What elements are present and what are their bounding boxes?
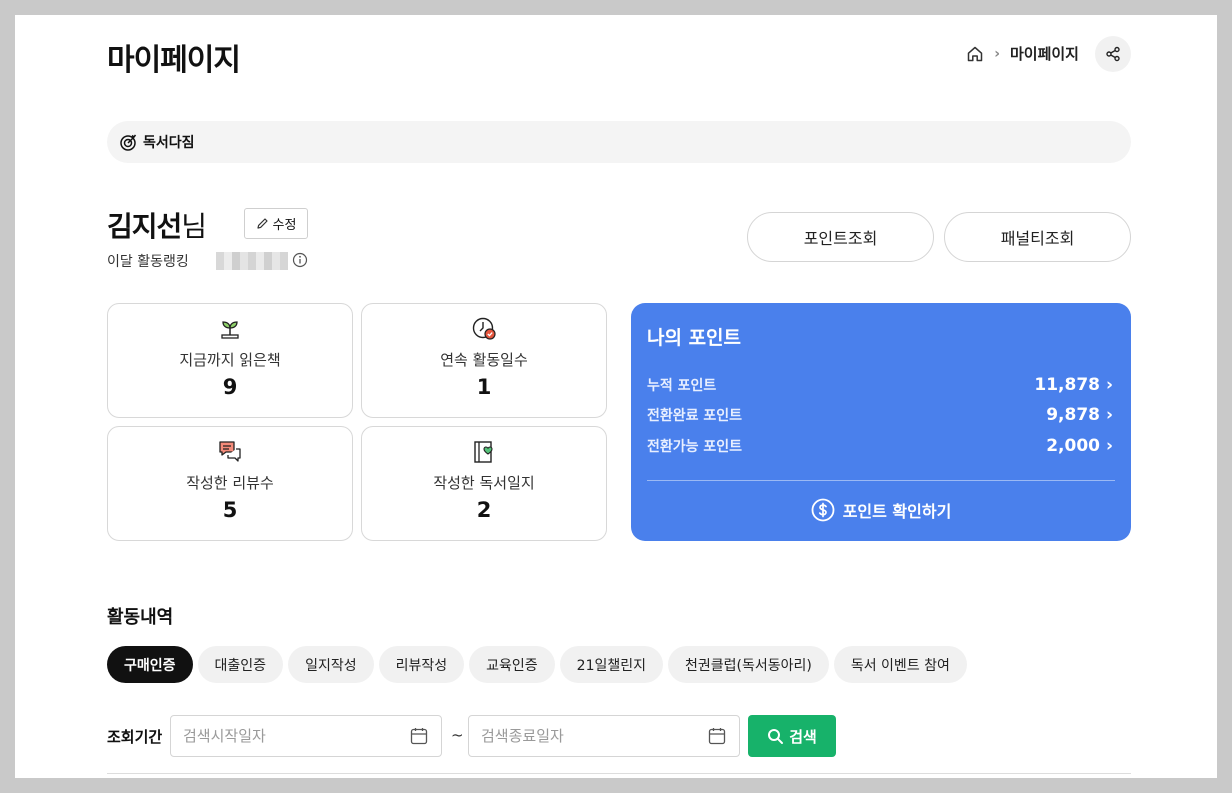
start-date-input[interactable] [183, 727, 409, 745]
points-row-label: 전환완료 포인트 [647, 408, 743, 424]
sprout-icon [218, 316, 242, 344]
stat-label: 작성한 독서일지 [433, 474, 535, 492]
stat-value: 5 [222, 498, 238, 522]
tab-education-verification[interactable]: 교육인증 [469, 646, 555, 683]
page: 마이페이지 › 마이페이지 독서다짐 김지선님 수정 이달 활동랭킹 포인트조회… [15, 15, 1217, 778]
points-row-label: 전환가능 포인트 [647, 439, 743, 455]
chevron-right-icon: › [1105, 375, 1113, 395]
share-button[interactable] [1095, 36, 1131, 72]
divider [647, 480, 1115, 481]
stat-label: 작성한 리뷰수 [186, 474, 274, 492]
info-icon[interactable] [292, 252, 308, 272]
points-row-value: 9,878 [1046, 405, 1100, 425]
points-row-accumulated[interactable]: 누적 포인트 11,878 › [647, 373, 1113, 397]
share-icon [1106, 46, 1120, 62]
dollar-circle-icon [811, 498, 835, 522]
points-row-value: 2,000 [1046, 436, 1100, 456]
stat-value: 9 [222, 375, 238, 399]
my-points-card: 나의 포인트 누적 포인트 11,878 › 전환완료 포인트 9,878 › 전환… [631, 303, 1131, 541]
stat-value: 1 [476, 375, 492, 399]
search-button-label: 검색 [789, 727, 817, 746]
stat-card-consecutive-days: 연속 활동일수 1 [361, 303, 607, 418]
tab-review-writing[interactable]: 리뷰작성 [378, 646, 465, 683]
points-row-value-wrap: 11,878 › [1034, 375, 1113, 395]
end-date-input[interactable] [481, 727, 707, 745]
user-name-suffix: 님 [181, 210, 207, 243]
page-title: 마이페이지 [107, 43, 241, 78]
tab-purchase-verification[interactable]: 구매인증 [107, 646, 193, 683]
period-label: 조회기간 [107, 728, 163, 746]
tab-reading-event[interactable]: 독서 이벤트 참여 [833, 646, 967, 683]
clock-check-icon [471, 316, 497, 346]
points-row-value-wrap: 9,878 › [1046, 405, 1113, 425]
calendar-icon[interactable] [409, 726, 429, 746]
date-range-separator: ~ [451, 726, 464, 744]
penalty-lookup-button[interactable]: 패널티조회 [944, 212, 1131, 262]
activity-section-title: 활동내역 [107, 607, 174, 628]
points-title: 나의 포인트 [647, 327, 742, 349]
point-lookup-button[interactable]: 포인트조회 [747, 212, 934, 262]
stat-value: 2 [476, 498, 492, 522]
points-row-label: 누적 포인트 [647, 378, 717, 394]
monthly-rank-value-blurred [216, 252, 288, 270]
pledge-label: 독서다짐 [143, 135, 195, 151]
journal-heart-icon [471, 439, 497, 469]
user-name: 김지선님 [107, 205, 207, 245]
stat-card-reviews: 작성한 리뷰수 5 [107, 426, 353, 541]
reading-pledge-bar[interactable]: 독서다짐 [107, 121, 1131, 163]
search-button[interactable]: 검색 [748, 715, 836, 757]
start-date-field[interactable] [170, 715, 442, 757]
points-row-converted[interactable]: 전환완료 포인트 9,878 › [647, 403, 1113, 427]
pencil-icon [256, 218, 268, 229]
stat-card-books-read: 지금까지 읽은책 9 [107, 303, 353, 418]
chat-bubbles-icon [217, 439, 243, 469]
edit-profile-button[interactable]: 수정 [244, 208, 308, 239]
tab-21day-challenge[interactable]: 21일챌린지 [559, 646, 663, 683]
breadcrumb: › 마이페이지 [966, 43, 1079, 64]
monthly-rank-label: 이달 활동랭킹 [107, 254, 189, 270]
breadcrumb-current[interactable]: 마이페이지 [1010, 43, 1079, 64]
target-icon [120, 134, 137, 151]
check-points-button[interactable]: 포인트 확인하기 [631, 498, 1131, 522]
points-row-value: 11,878 [1034, 375, 1100, 395]
tab-loan-verification[interactable]: 대출인증 [197, 646, 284, 683]
tab-thousand-book-club[interactable]: 천권클럽(독서동아리) [668, 646, 829, 683]
check-points-label: 포인트 확인하기 [842, 502, 952, 521]
chevron-right-icon: › [1105, 405, 1113, 425]
chevron-right-icon: › [1105, 436, 1113, 456]
points-row-convertible[interactable]: 전환가능 포인트 2,000 › [647, 434, 1113, 458]
stat-card-reading-journals: 작성한 독서일지 2 [361, 426, 607, 541]
stat-label: 지금까지 읽은책 [179, 351, 281, 369]
activity-tabs: 구매인증 대출인증 일지작성 리뷰작성 교육인증 21일챌린지 천권클럽(독서동… [107, 646, 967, 683]
home-icon[interactable] [966, 45, 984, 63]
tab-journal-writing[interactable]: 일지작성 [288, 646, 374, 683]
calendar-icon[interactable] [707, 726, 727, 746]
end-date-field[interactable] [468, 715, 740, 757]
stat-label: 연속 활동일수 [440, 351, 528, 369]
divider [107, 773, 1131, 774]
chevron-right-icon: › [994, 45, 1000, 62]
edit-label: 수정 [272, 218, 297, 233]
points-row-value-wrap: 2,000 › [1046, 436, 1113, 456]
user-name-text: 김지선 [107, 210, 182, 243]
search-icon [768, 728, 784, 744]
